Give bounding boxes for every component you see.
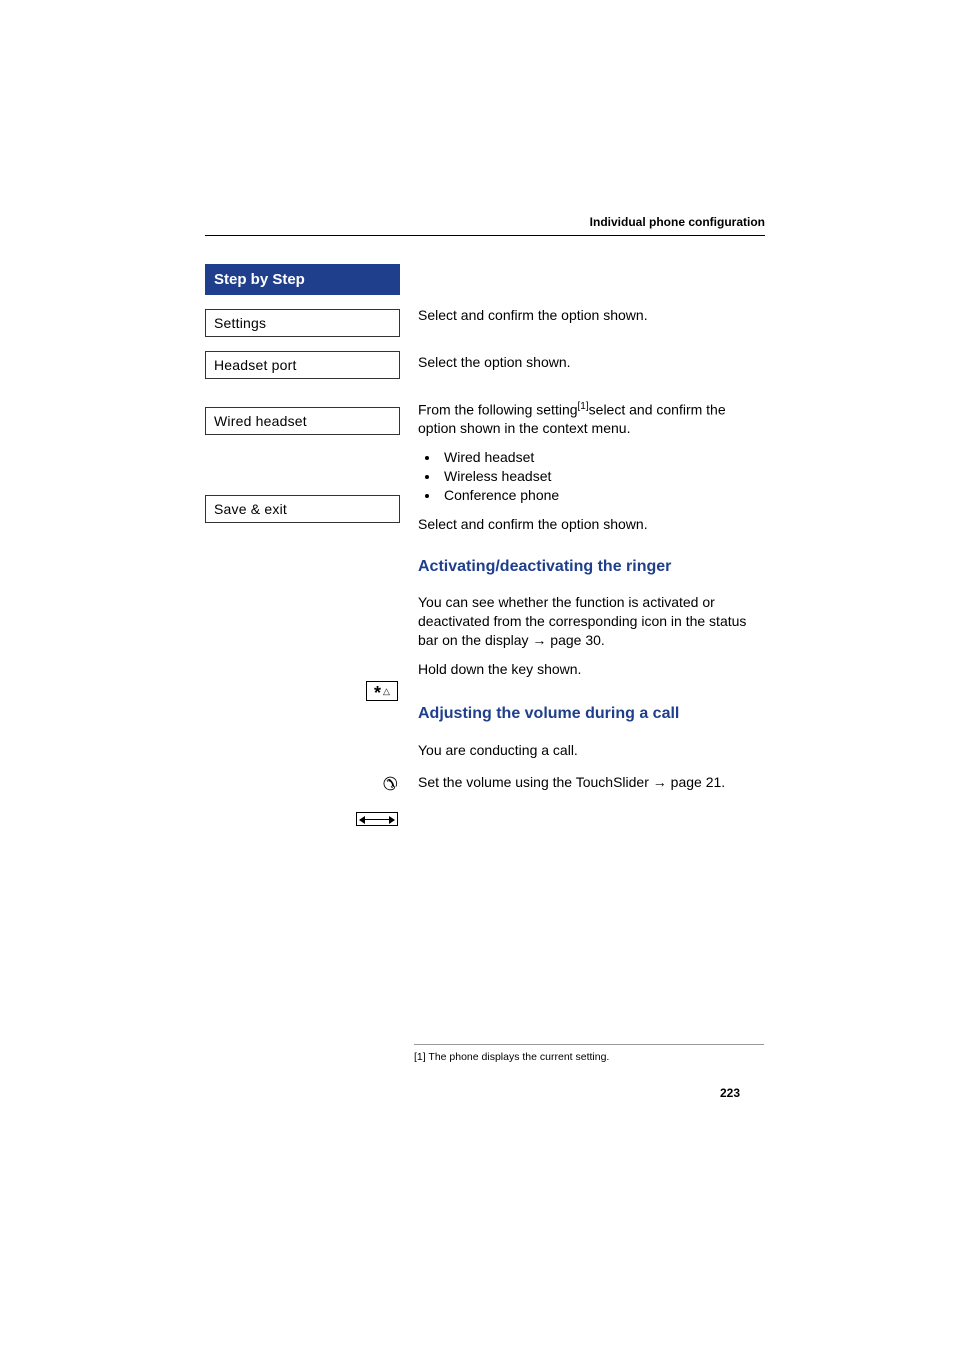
section-ringer-title: Activating/deactivating the ringer [418, 556, 765, 578]
arrow-icon: → [532, 632, 546, 648]
menu-settings: Settings [205, 309, 400, 337]
step-column: Step by Step Settings Headset port Wired… [205, 264, 400, 826]
menu-headset-port: Headset port [205, 351, 400, 379]
text-slider: Set the volume using the TouchSlider → p… [418, 773, 765, 792]
text-settings: Select and confirm the option shown. [418, 306, 765, 325]
handset-icon: ✆ [381, 773, 400, 796]
option-wired: Wired headset [440, 448, 765, 467]
text-conducting: You are conducting a call. [418, 741, 765, 760]
arrow-icon: → [653, 774, 667, 790]
page-header: Individual phone configuration [205, 215, 765, 236]
menu-wired-headset: Wired headset [205, 407, 400, 435]
page-number: 223 [720, 1086, 740, 1100]
ringer-body-b: page 30. [546, 632, 604, 648]
content-column: Select and confirm the option shown. Sel… [418, 264, 765, 792]
wired-intro-sup: [1] [578, 401, 589, 412]
text-ringer-body: You can see whether the function is acti… [418, 593, 765, 650]
text-save: Select and confirm the option shown. [418, 515, 765, 534]
section-volume-title: Adjusting the volume during a call [418, 703, 765, 725]
step-by-step-header: Step by Step [205, 264, 400, 295]
options-list: Wired headset Wireless headset Conferenc… [440, 448, 765, 505]
menu-save-exit: Save & exit [205, 495, 400, 523]
footnote: [1] The phone displays the current setti… [414, 1044, 764, 1063]
text-hold-key: Hold down the key shown. [418, 660, 765, 679]
text-wired-intro: From the following setting[1]select and … [418, 400, 765, 438]
slider-a: Set the volume using the TouchSlider [418, 774, 653, 790]
option-wireless: Wireless headset [440, 467, 765, 486]
star-bell-key-icon: *△ [366, 681, 398, 701]
wired-intro-a: From the following setting [418, 401, 578, 417]
slider-b: page 21. [667, 774, 725, 790]
option-conference: Conference phone [440, 486, 765, 505]
text-headset: Select the option shown. [418, 353, 765, 372]
touchslider-icon [356, 812, 398, 826]
